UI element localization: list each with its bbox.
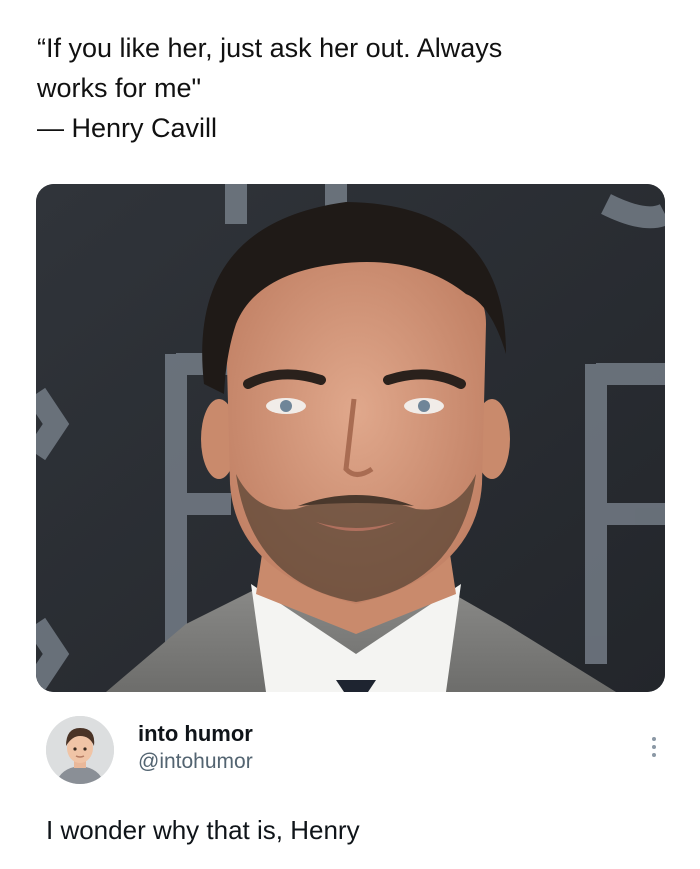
more-options-button[interactable] [642, 730, 666, 764]
portrait-photo-illustration [36, 184, 665, 692]
post-text: I wonder why that is, Henry [46, 815, 360, 845]
more-vertical-icon [652, 737, 656, 757]
post-author-row: into humor @intohumor [46, 716, 666, 786]
avatar[interactable] [46, 716, 114, 784]
author-handle[interactable]: @intohumor [138, 748, 253, 776]
author-names: into humor @intohumor [138, 720, 253, 776]
quote-line-1: “If you like her, just ask her out. Alwa… [37, 33, 503, 63]
quote-attribution: — Henry Cavill [37, 113, 218, 143]
post-photo[interactable] [36, 184, 665, 692]
quote-line-2: works for me" [37, 73, 202, 103]
author-display-name[interactable]: into humor [138, 720, 253, 748]
cartoon-avatar-icon [46, 716, 114, 784]
quote-text-block: “If you like her, just ask her out. Alwa… [37, 28, 677, 148]
